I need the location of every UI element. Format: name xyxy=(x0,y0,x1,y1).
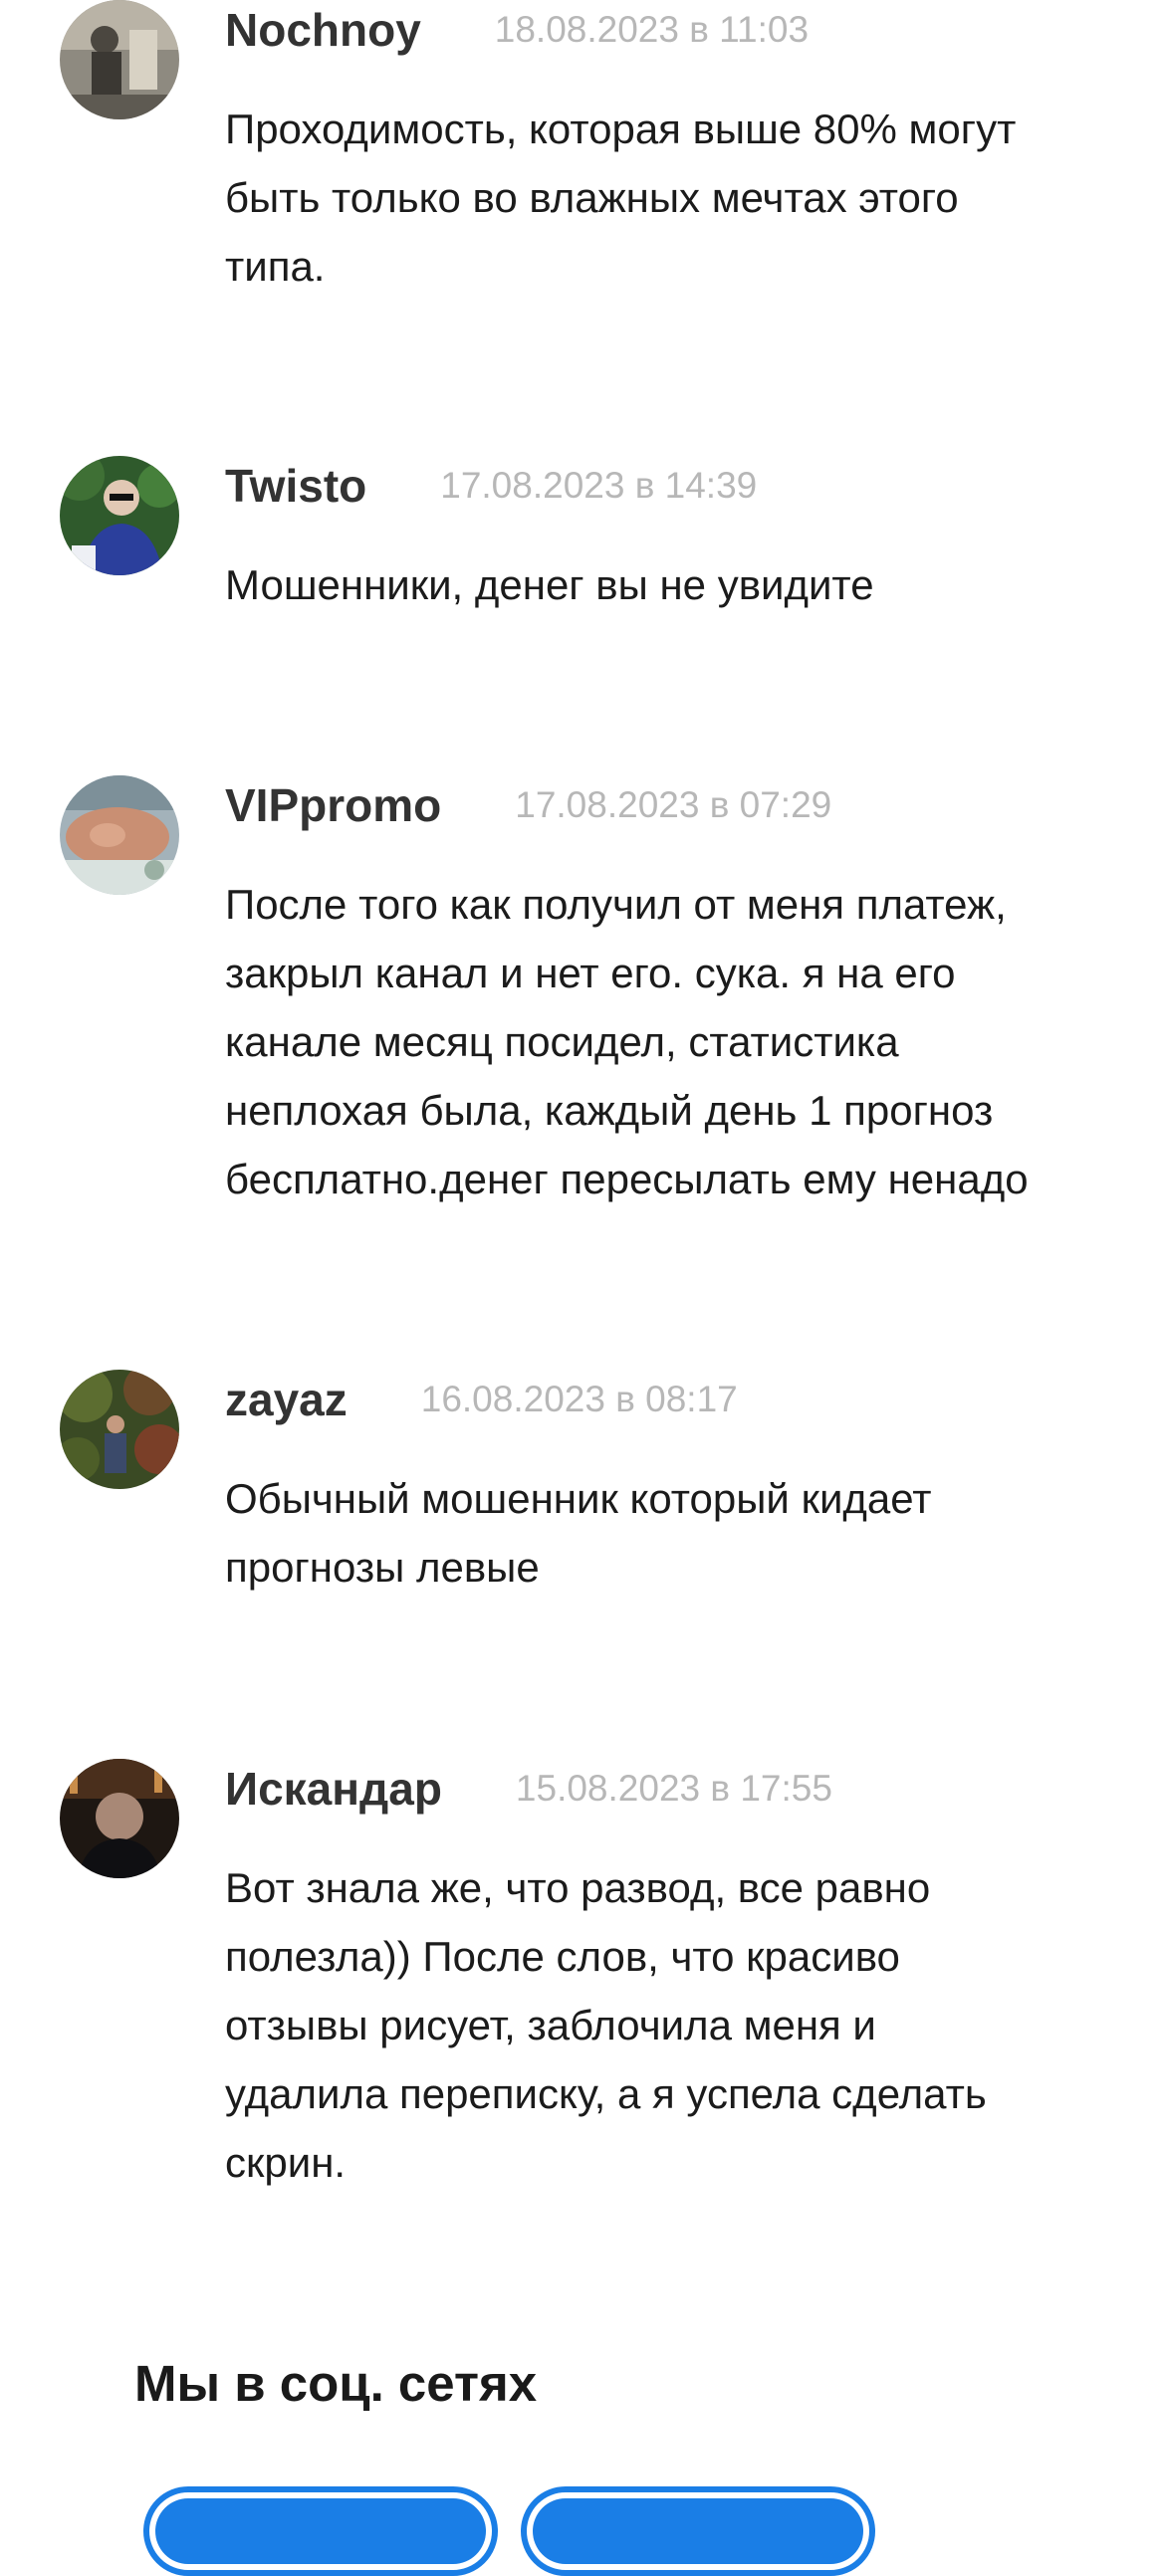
avatar-photo xyxy=(60,775,179,895)
comment-author[interactable]: Nochnoy xyxy=(225,3,421,57)
comment-author[interactable]: zayaz xyxy=(225,1373,348,1426)
user-avatar[interactable] xyxy=(60,1759,179,1878)
social-button-fill xyxy=(155,2498,486,2564)
avatar-photo xyxy=(60,0,179,119)
user-avatar[interactable] xyxy=(60,1370,179,1489)
comment-date: 15.08.2023 в 17:55 xyxy=(515,1768,832,1809)
comment-meta: Nochnoy 18.08.2023 в 11:03 xyxy=(225,0,809,60)
user-avatar[interactable] xyxy=(60,0,179,119)
comment-text: После того как получил от меня платеж, з… xyxy=(225,881,1029,1202)
comment-author[interactable]: Twisto xyxy=(225,459,366,513)
social-button-2[interactable] xyxy=(521,2486,875,2576)
comment-text: Проходимость, которая выше 80% могут быт… xyxy=(225,106,1017,290)
comment-text: Мошенники, денег вы не увидите xyxy=(225,561,874,608)
comment-meta: Twisto 17.08.2023 в 14:39 xyxy=(225,456,757,516)
comment-meta: Искандар 15.08.2023 в 17:55 xyxy=(225,1759,832,1819)
comment-date: 18.08.2023 в 11:03 xyxy=(494,9,810,50)
comment-text: Обычный мошенник который кидает прогнозы… xyxy=(225,1475,932,1591)
user-avatar[interactable] xyxy=(60,456,179,575)
social-button-1[interactable] xyxy=(143,2486,498,2576)
social-button-fill xyxy=(533,2498,863,2564)
avatar-photo xyxy=(60,1370,179,1489)
comment-meta: VIPpromo 17.08.2023 в 07:29 xyxy=(225,775,831,835)
comment-text: Вот знала же, что развод, все равно поле… xyxy=(225,1864,987,2186)
comment-author[interactable]: VIPpromo xyxy=(225,778,441,832)
comment-author[interactable]: Искандар xyxy=(225,1762,442,1816)
comment-date: 17.08.2023 в 14:39 xyxy=(440,465,758,506)
comment-date: 17.08.2023 в 07:29 xyxy=(515,784,832,825)
comment-meta: zayaz 16.08.2023 в 08:17 xyxy=(225,1370,738,1429)
avatar-photo xyxy=(60,456,179,575)
social-section-title: Мы в соц. сетях xyxy=(134,2355,538,2412)
user-avatar[interactable] xyxy=(60,775,179,895)
comment-date: 16.08.2023 в 08:17 xyxy=(420,1379,738,1419)
avatar-photo xyxy=(60,1759,179,1878)
